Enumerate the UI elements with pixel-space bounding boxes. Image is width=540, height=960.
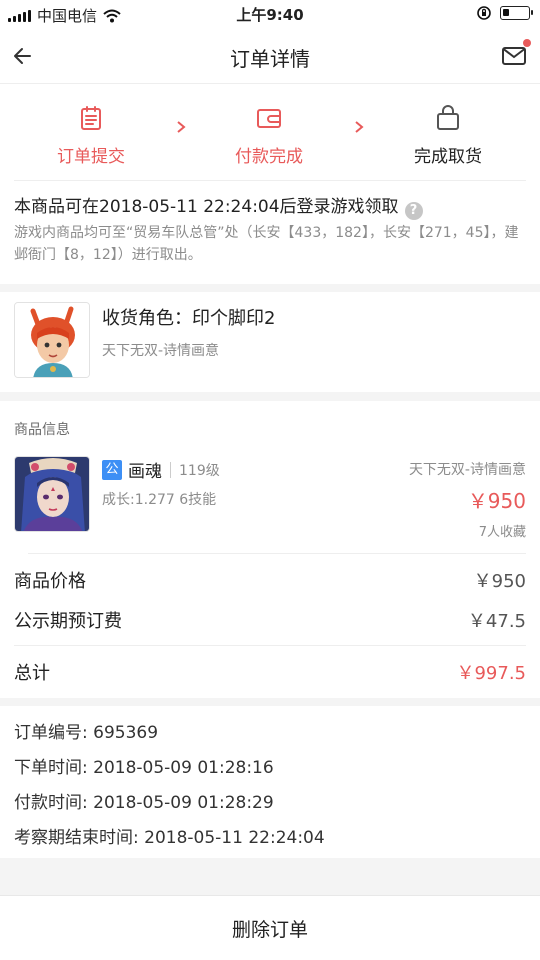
order-number: 订单编号: 695369 <box>14 723 159 743</box>
divider <box>14 645 526 646</box>
total-label: 总计 <box>14 663 50 684</box>
chevron-right-icon <box>355 121 364 133</box>
order-time: 下单时间: 2018-05-09 01:28:16 <box>14 758 274 778</box>
status-right <box>476 5 533 21</box>
goods-thumbnail[interactable] <box>14 456 90 532</box>
divider <box>28 553 526 554</box>
goods-server: 天下无双-诗情画意 <box>408 462 526 478</box>
price-row: 商品价格 ￥950 <box>14 567 526 593</box>
pay-time: 付款时间: 2018-05-09 01:28:29 <box>14 793 274 813</box>
pickup-notice: 本商品可在2018-05-11 22:24:04后登录游戏领取? <box>14 192 423 220</box>
fee-row: 公示期预订费 ￥47.5 <box>14 607 526 633</box>
bottom-action-bar: 删除订单 <box>0 895 540 960</box>
chevron-right-icon <box>177 121 186 133</box>
order-progress-card: 订单提交 付款完成 完成取货 本商品可在2018-05-11 22:24:04后… <box>0 84 540 284</box>
goods-level: 119级 <box>179 462 220 479</box>
total-value: ￥997.5 <box>456 663 526 684</box>
wallet-icon <box>257 109 281 128</box>
pickup-notice-text: 本商品可在2018-05-11 22:24:04后登录游戏领取 <box>14 197 399 217</box>
step-label: 订单提交 <box>57 147 125 167</box>
fee-value: ￥47.5 <box>467 611 526 632</box>
message-button[interactable] <box>500 39 531 70</box>
character-portrait-icon <box>15 303 89 377</box>
step-label: 付款完成 <box>235 147 303 167</box>
receiver-server: 天下无双-诗情画意 <box>102 343 220 359</box>
clipboard-icon <box>81 106 101 130</box>
page-title: 订单详情 <box>230 47 310 71</box>
step-payment-done: 付款完成 <box>204 104 334 167</box>
price-label: 商品价格 <box>14 571 86 592</box>
goods-title: 公 画魂 119级 <box>102 457 220 482</box>
review-end-time: 考察期结束时间: 2018-05-11 22:24:04 <box>14 828 325 848</box>
total-row: 总计 ￥997.5 <box>14 659 526 685</box>
pickup-description: 游戏内商品均可至“贸易车队总管”处（长安【433，182】，长安【271，45】… <box>14 225 519 263</box>
fee-label: 公示期预订费 <box>14 611 122 632</box>
receiver-role-name: 收货角色：印个脚印2 <box>102 308 276 329</box>
delete-order-button[interactable]: 删除订单 <box>232 915 308 942</box>
character-portrait-icon <box>15 457 89 531</box>
rotation-lock-icon <box>477 6 491 20</box>
divider <box>14 180 526 181</box>
step-pickup-done: 完成取货 <box>383 104 513 167</box>
clock: 上午9:40 <box>236 6 304 24</box>
nav-bar: 订单详情 <box>0 28 540 84</box>
goods-price: ￥950 <box>467 489 526 513</box>
step-order-submitted: 订单提交 <box>26 104 156 167</box>
goods-growth: 成长:1.277 6技能 <box>102 492 217 508</box>
status-bar: 中国电信 上午9:40 <box>0 0 540 28</box>
favorites-count: 7人收藏 <box>478 525 526 540</box>
order-info-card: 订单编号: 695369 下单时间: 2018-05-09 01:28:16 付… <box>0 706 540 858</box>
battery-icon <box>500 6 533 20</box>
goods-name: 画魂 <box>128 462 162 482</box>
unread-dot <box>523 39 531 47</box>
separator <box>170 461 171 478</box>
bag-icon <box>437 105 459 130</box>
help-icon[interactable]: ? <box>404 202 423 220</box>
receiver-card: 收货角色：印个脚印2 天下无双-诗情画意 <box>0 292 540 392</box>
step-label: 完成取货 <box>414 147 482 167</box>
price-value: ￥950 <box>473 571 526 592</box>
goods-info-card: 商品信息 公 画魂 119级 天下无双-诗情画意 成长:1.277 6技能 ￥9… <box>0 401 540 698</box>
role-avatar <box>14 302 90 378</box>
section-title: 商品信息 <box>14 422 70 438</box>
public-tag-icon: 公 <box>102 459 122 480</box>
